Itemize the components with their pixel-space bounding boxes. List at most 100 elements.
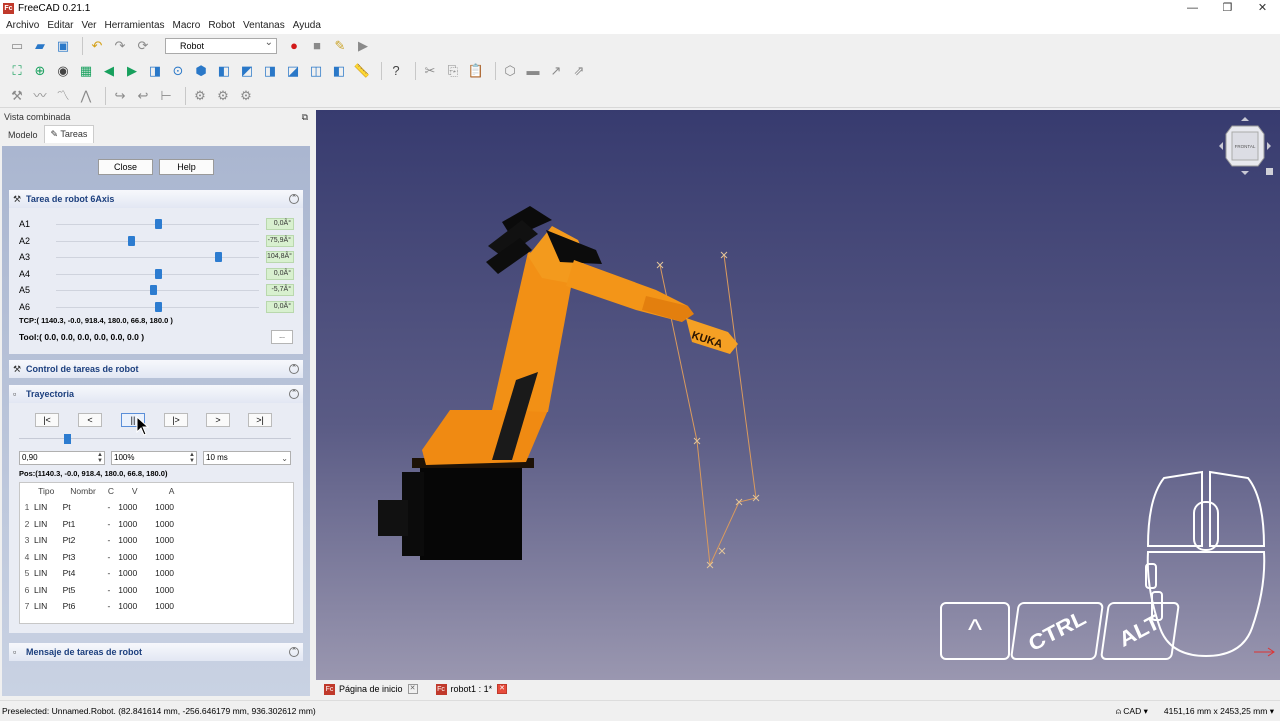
- export-kuka-full-icon[interactable]: ⚙: [237, 87, 255, 105]
- navigation-style-selector[interactable]: ⍝ CAD ▾: [1116, 701, 1148, 721]
- table-row[interactable]: 7 LIN Pt6-1000 1000: [20, 598, 190, 615]
- menu-herramientas[interactable]: Herramientas: [101, 20, 169, 31]
- link-actions-icon[interactable]: ⇗: [570, 62, 588, 80]
- bounding-box-icon[interactable]: ▦: [77, 62, 95, 80]
- speed-spinbox[interactable]: 0,90 ▲ ▼: [19, 451, 105, 465]
- create-part-icon[interactable]: ⬡: [501, 62, 519, 80]
- new-file-icon[interactable]: ▭: [8, 37, 26, 55]
- interval-select[interactable]: 10 ms ⌄: [203, 451, 291, 465]
- view-top-icon[interactable]: ◩: [238, 62, 256, 80]
- insert-waypoint-preselect-icon[interactable]: ↩: [134, 87, 152, 105]
- spin-arrows-icon[interactable]: ▲ ▼: [97, 452, 103, 464]
- menu-ver[interactable]: Ver: [77, 20, 100, 31]
- menu-ayuda[interactable]: Ayuda: [289, 20, 325, 31]
- sync-view-icon[interactable]: ◨: [146, 62, 164, 80]
- axis-slider-handle[interactable]: [154, 301, 162, 312]
- goto-end-button[interactable]: >|: [248, 413, 272, 427]
- table-row[interactable]: 1 LIN Pt -1000 1000: [20, 499, 190, 516]
- macro-stop-icon[interactable]: ■: [308, 37, 326, 55]
- step-back-button[interactable]: <: [78, 413, 102, 427]
- 3d-viewport[interactable]: KUKA FRONTAL ^ CTRL ALT: [316, 110, 1280, 680]
- export-kuka-compact-icon[interactable]: ⚙: [214, 87, 232, 105]
- collapse-icon[interactable]: ⌃: [289, 364, 299, 374]
- edge-to-trajectory-icon[interactable]: ⊢: [157, 87, 175, 105]
- measure-icon[interactable]: 📏: [353, 62, 371, 80]
- axis-slider-track[interactable]: [56, 240, 259, 242]
- collapse-icon[interactable]: ⌃: [289, 389, 299, 399]
- percent-spinbox[interactable]: 100% ▲ ▼: [111, 451, 197, 465]
- workbench-selector[interactable]: Robot: [165, 36, 277, 54]
- view-isometric-icon[interactable]: ⬢: [192, 62, 210, 80]
- step-forward-button[interactable]: >: [206, 413, 230, 427]
- draw-style-icon[interactable]: ◉: [54, 62, 72, 80]
- axis-slider-handle[interactable]: [215, 252, 223, 262]
- refresh-icon[interactable]: ⟳: [134, 37, 152, 55]
- axis-value-field[interactable]: 0,0Â°: [266, 218, 294, 230]
- close-tab-icon[interactable]: ✕: [497, 684, 508, 694]
- fit-selection-icon[interactable]: ⊕: [31, 62, 49, 80]
- axis-slider-track[interactable]: [56, 290, 259, 291]
- axis-slider-handle[interactable]: [154, 268, 162, 279]
- dimension-selector[interactable]: 4151,16 mm x 2453,25 mm ▾: [1164, 701, 1274, 721]
- view-bottom-icon[interactable]: ◫: [307, 62, 325, 80]
- maximize-button[interactable]: ❐: [1210, 0, 1245, 17]
- trajectory-create-icon[interactable]: 〰: [31, 87, 49, 105]
- tab-robot1[interactable]: Fc robot1 : 1* ✕: [435, 683, 508, 695]
- column-header-nombre[interactable]: Nombr: [61, 483, 106, 499]
- view-right-icon[interactable]: ◨: [261, 62, 279, 80]
- insert-waypoint-icon[interactable]: ↪: [111, 87, 129, 105]
- message-task-header[interactable]: ▫ Mensaje de tareas de robot ⌃: [9, 643, 303, 661]
- column-header-a[interactable]: A: [153, 483, 190, 499]
- close-tab-icon[interactable]: ✕: [407, 684, 418, 694]
- forward-arrow-icon[interactable]: ▶: [123, 62, 141, 80]
- axis-value-field[interactable]: 0,0Â°: [266, 300, 294, 313]
- simulate-icon[interactable]: ⚙: [191, 87, 209, 105]
- paste-icon[interactable]: 📋: [467, 62, 485, 80]
- macro-edit-icon[interactable]: ✎: [331, 37, 349, 55]
- trajectory-compound-icon[interactable]: ⋀: [77, 87, 95, 105]
- goto-start-button[interactable]: |<: [35, 413, 59, 427]
- menu-editar[interactable]: Editar: [43, 20, 77, 31]
- create-group-icon[interactable]: ▬: [524, 62, 542, 80]
- table-row[interactable]: 3 LIN Pt2-1000 1000: [20, 532, 190, 549]
- whats-this-icon[interactable]: ?: [387, 62, 405, 80]
- view-rear-icon[interactable]: ◪: [284, 62, 302, 80]
- macro-run-icon[interactable]: ▶: [354, 37, 372, 55]
- play-button[interactable]: |>: [164, 413, 188, 427]
- column-header-c[interactable]: C: [106, 483, 117, 499]
- undo-icon[interactable]: ↶: [88, 37, 106, 55]
- make-link-icon[interactable]: ↗: [547, 62, 565, 80]
- spin-arrows-icon[interactable]: ▲ ▼: [189, 452, 195, 464]
- trajectory-dress-up-icon[interactable]: 〽: [54, 87, 72, 105]
- collapse-icon[interactable]: ⌃: [289, 194, 299, 204]
- macro-record-icon[interactable]: ●: [285, 37, 303, 55]
- axis-slider-handle[interactable]: [128, 235, 136, 246]
- axis-slider-handle[interactable]: [154, 219, 162, 229]
- axis-task-header[interactable]: ⚒ Tarea de robot 6Axis ⌃: [9, 190, 303, 208]
- navigation-cube[interactable]: FRONTAL: [1214, 114, 1276, 180]
- control-task-header[interactable]: ⚒ Control de tareas de robot ⌃: [9, 360, 303, 378]
- axis-slider-track[interactable]: [56, 257, 259, 258]
- column-header-v[interactable]: V: [116, 483, 153, 499]
- axis-value-field[interactable]: -5,7Â°: [266, 284, 294, 296]
- axis-value-field[interactable]: 0,0Â°: [266, 267, 294, 280]
- tool-settings-button[interactable]: ...: [271, 330, 293, 344]
- table-row[interactable]: 4 LIN Pt3-1000 1000: [20, 549, 190, 566]
- close-window-button[interactable]: ✕: [1245, 0, 1280, 17]
- undock-icon[interactable]: ⧉: [302, 110, 308, 125]
- view-left-icon[interactable]: ◧: [330, 62, 348, 80]
- view-front-icon[interactable]: ◧: [215, 62, 233, 80]
- back-arrow-icon[interactable]: ◀: [100, 62, 118, 80]
- menu-macro[interactable]: Macro: [169, 20, 205, 31]
- menu-robot[interactable]: Robot: [204, 20, 239, 31]
- timeline-handle[interactable]: [63, 434, 71, 444]
- tab-tareas[interactable]: ✎ Tareas: [43, 125, 95, 143]
- axis-value-field[interactable]: -75,9Â°: [266, 234, 294, 247]
- table-row[interactable]: 6 LIN Pt5-1000 1000: [20, 582, 190, 599]
- save-file-icon[interactable]: ▣: [54, 37, 72, 55]
- close-button[interactable]: Close: [98, 159, 153, 175]
- fit-all-icon[interactable]: ⛶: [8, 62, 26, 80]
- tab-start-page[interactable]: Fc Página de inicio ✕: [324, 683, 418, 695]
- axis-slider-handle[interactable]: [150, 285, 158, 295]
- column-header-tipo[interactable]: Tipo: [32, 483, 61, 499]
